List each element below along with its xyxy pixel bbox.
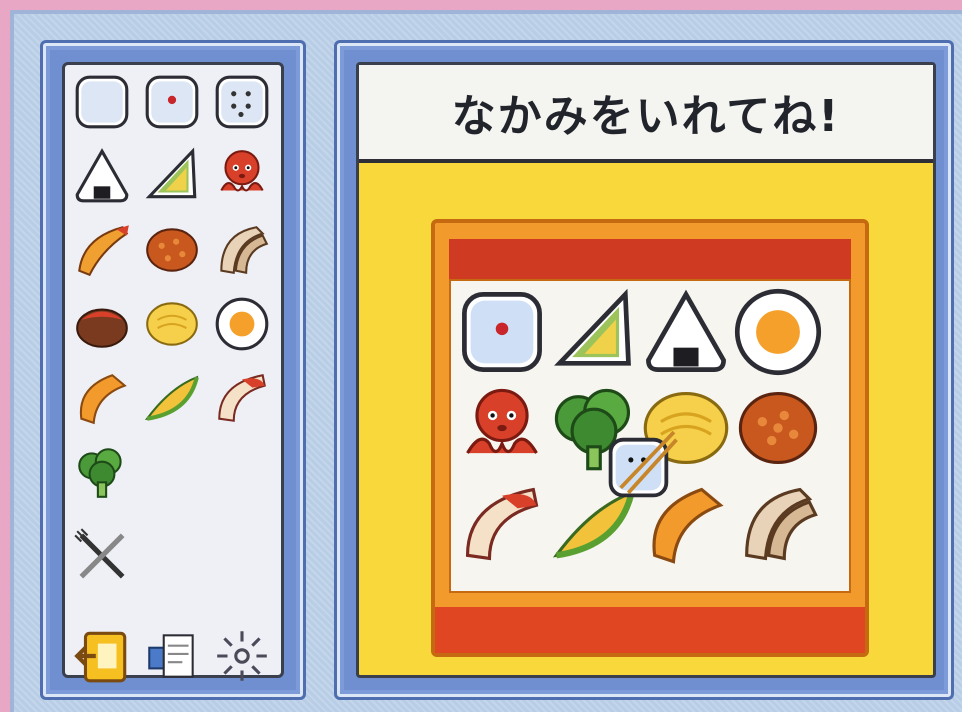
print-icon[interactable] <box>141 625 203 687</box>
hamburger-steak-icon[interactable] <box>71 293 133 355</box>
bento-slot-apple-rabbit[interactable] <box>455 477 549 571</box>
umeboshi-rice-block-icon[interactable] <box>141 71 203 133</box>
chicken-slice-icon[interactable] <box>211 219 273 281</box>
bento-slot-onigiri[interactable] <box>639 285 733 379</box>
sparkle-icon[interactable] <box>211 625 273 687</box>
bento-slot-chicken[interactable] <box>731 477 825 571</box>
instruction-text: なかみをいれてね! <box>451 91 841 142</box>
bento-box-base <box>435 607 865 653</box>
held-rice-block-cursor[interactable] <box>603 427 679 503</box>
sandwich-icon[interactable] <box>141 145 203 207</box>
croquette-icon[interactable] <box>141 219 203 281</box>
tamagoyaki-icon[interactable] <box>141 293 203 355</box>
bento-slot-umeboshi-rice-block[interactable] <box>455 285 549 379</box>
broccoli-icon[interactable] <box>71 441 133 503</box>
bento-lid-rim <box>449 239 851 279</box>
bento-tray[interactable] <box>449 279 851 593</box>
ingredient-palette-panel <box>40 40 306 700</box>
onigiri-icon[interactable] <box>71 145 133 207</box>
plain-rice-block-icon[interactable] <box>71 71 133 133</box>
bento-slot-octopus-sausage[interactable] <box>455 381 549 475</box>
fork-knife-icon[interactable] <box>71 525 133 587</box>
bento-slot-sandwich[interactable] <box>547 285 641 379</box>
ingredient-palette <box>62 62 284 683</box>
return-arrow-icon[interactable] <box>71 625 133 687</box>
boiled-egg-icon[interactable] <box>211 293 273 355</box>
sesame-rice-block-icon[interactable] <box>211 71 273 133</box>
orange-slice-icon[interactable] <box>71 367 133 429</box>
bento-editor-panel: なかみをいれてね! <box>334 40 954 700</box>
bento-editor-area: なかみをいれてね! <box>356 62 936 678</box>
bento-box <box>431 219 869 657</box>
melon-slice-icon[interactable] <box>141 367 203 429</box>
shrimp-tempura-icon[interactable] <box>71 219 133 281</box>
bento-slot-boiled-egg[interactable] <box>731 285 825 379</box>
apple-slice-icon[interactable] <box>211 367 273 429</box>
octopus-sausage-icon[interactable] <box>211 145 273 207</box>
instruction-banner: なかみをいれてね! <box>359 65 933 163</box>
bento-slot-croquette[interactable] <box>731 381 825 475</box>
